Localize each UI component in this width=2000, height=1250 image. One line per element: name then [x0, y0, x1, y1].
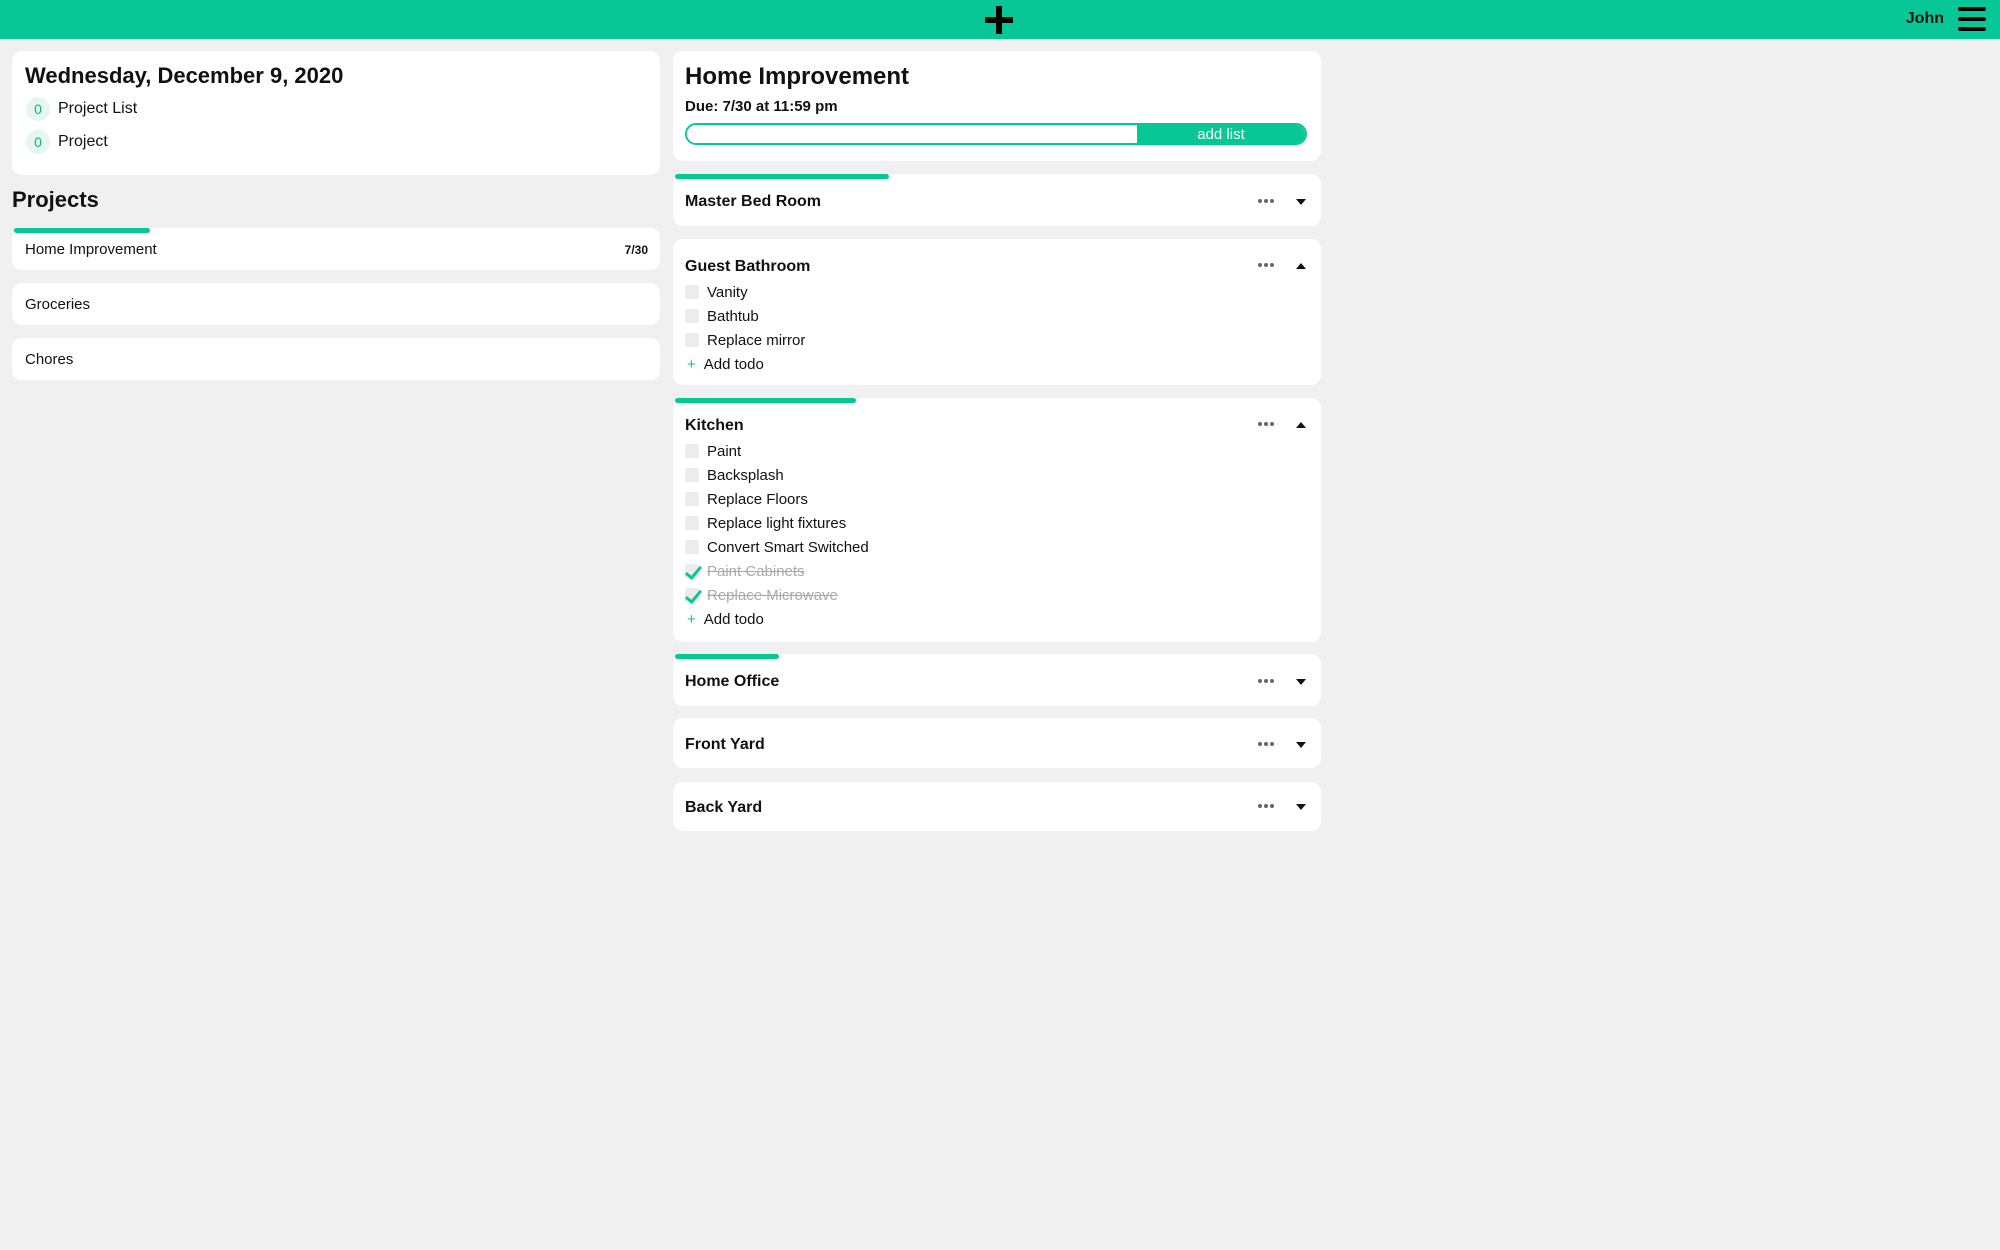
- expand-caret-icon[interactable]: [1295, 741, 1307, 749]
- username[interactable]: John: [1906, 10, 1944, 28]
- todo-text: Paint Cabinets: [707, 562, 805, 580]
- project-name: Home Improvement: [25, 241, 157, 258]
- todo-checkbox[interactable]: [685, 468, 699, 482]
- expand-caret-icon[interactable]: [1295, 678, 1307, 686]
- add-todo-button[interactable]: + Add todo: [687, 609, 764, 629]
- stat-label: Project List: [58, 100, 138, 117]
- project-item-chores[interactable]: Chores: [12, 338, 660, 380]
- todo-text: Vanity: [707, 283, 748, 301]
- project-title: Home Improvement: [685, 63, 910, 90]
- project-progress-bar: [14, 228, 150, 233]
- todo-item-done: Paint Cabinets: [685, 561, 805, 581]
- todo-text: Convert Smart Switched: [707, 538, 869, 556]
- stat-label: Project: [58, 133, 108, 150]
- add-list-button[interactable]: add list: [1137, 125, 1305, 143]
- plus-icon[interactable]: [983, 4, 1015, 36]
- list-progress-bar: [675, 654, 779, 659]
- add-todo-label: Add todo: [703, 610, 764, 628]
- add-list-input[interactable]: [687, 125, 1137, 143]
- list-title: Front Yard: [685, 736, 765, 753]
- list-card-kitchen: Kitchen Paint Backsplash Replace Floors …: [673, 398, 1321, 642]
- add-list-form: add list: [685, 123, 1307, 145]
- list-card-guest-bathroom: Guest Bathroom Vanity Bathtub Replace mi…: [673, 239, 1321, 385]
- hamburger-icon[interactable]: [1958, 7, 1986, 31]
- list-title: Home Office: [685, 673, 780, 690]
- todo-item: Convert Smart Switched: [685, 537, 869, 557]
- today-card: Wednesday, December 9, 2020 0 Project Li…: [12, 51, 660, 175]
- todo-checkbox-checked[interactable]: [685, 588, 699, 602]
- todo-item: Replace Floors: [685, 489, 808, 509]
- top-bar: John: [0, 0, 2000, 39]
- project-item-home-improvement[interactable]: Home Improvement 7/30: [12, 228, 660, 270]
- todo-text: Replace Floors: [707, 490, 808, 508]
- plus-icon: +: [687, 610, 696, 628]
- stat-count-badge: 0: [26, 130, 50, 154]
- collapse-caret-icon[interactable]: [1295, 262, 1307, 270]
- todo-text: Bathtub: [707, 307, 759, 325]
- project-detail-card: Home Improvement Due: 7/30 at 11:59 pm a…: [673, 51, 1321, 161]
- project-item-groceries[interactable]: Groceries: [12, 283, 660, 325]
- list-card-back-yard: Back Yard: [673, 782, 1321, 831]
- more-options-icon[interactable]: [1257, 196, 1275, 206]
- todo-checkbox[interactable]: [685, 540, 699, 554]
- todo-checkbox[interactable]: [685, 285, 699, 299]
- todo-item: Replace light fixtures: [685, 513, 846, 533]
- more-options-icon[interactable]: [1257, 739, 1275, 749]
- todo-text: Replace Microwave: [707, 586, 838, 604]
- stat-count-badge: 0: [26, 97, 50, 121]
- more-options-icon[interactable]: [1257, 419, 1275, 429]
- todo-checkbox-checked[interactable]: [685, 564, 699, 578]
- list-title: Master Bed Room: [685, 193, 822, 210]
- today-date: Wednesday, December 9, 2020: [25, 63, 344, 88]
- todo-item-done: Replace Microwave: [685, 585, 838, 605]
- todo-checkbox[interactable]: [685, 309, 699, 323]
- todo-item: Paint: [685, 441, 741, 461]
- projects-heading: Projects: [12, 187, 99, 212]
- stat-project-list: 0 Project List: [26, 97, 137, 121]
- project-due-date: Due: 7/30 at 11:59 pm: [685, 98, 838, 115]
- list-card-front-yard: Front Yard: [673, 718, 1321, 768]
- more-options-icon[interactable]: [1257, 801, 1275, 811]
- todo-text: Replace mirror: [707, 331, 806, 349]
- project-name: Chores: [25, 351, 74, 368]
- list-card-master-bed-room: Master Bed Room: [673, 174, 1321, 226]
- todo-item: Replace mirror: [685, 330, 805, 350]
- list-title: Back Yard: [685, 799, 763, 816]
- todo-checkbox[interactable]: [685, 516, 699, 530]
- todo-checkbox[interactable]: [685, 492, 699, 506]
- list-card-home-office: Home Office: [673, 654, 1321, 706]
- list-title: Guest Bathroom: [685, 258, 811, 275]
- add-todo-button[interactable]: + Add todo: [687, 354, 764, 374]
- todo-text: Backsplash: [707, 466, 784, 484]
- more-options-icon[interactable]: [1257, 676, 1275, 686]
- plus-icon: +: [687, 355, 696, 373]
- todo-text: Replace light fixtures: [707, 514, 847, 532]
- expand-caret-icon[interactable]: [1295, 803, 1307, 811]
- todo-item: Vanity: [685, 282, 748, 302]
- project-name: Groceries: [25, 296, 91, 313]
- add-todo-label: Add todo: [703, 355, 764, 373]
- more-options-icon[interactable]: [1257, 260, 1275, 270]
- collapse-caret-icon[interactable]: [1295, 421, 1307, 429]
- todo-item: Backsplash: [685, 465, 784, 485]
- stat-project: 0 Project: [26, 130, 108, 154]
- project-due: 7/30: [624, 243, 648, 257]
- list-progress-bar: [675, 398, 856, 403]
- todo-checkbox[interactable]: [685, 444, 699, 458]
- todo-checkbox[interactable]: [685, 333, 699, 347]
- list-title: Kitchen: [685, 417, 744, 434]
- list-progress-bar: [675, 174, 889, 179]
- expand-caret-icon[interactable]: [1295, 198, 1307, 206]
- todo-text: Paint: [707, 442, 742, 460]
- todo-item: Bathtub: [685, 306, 759, 326]
